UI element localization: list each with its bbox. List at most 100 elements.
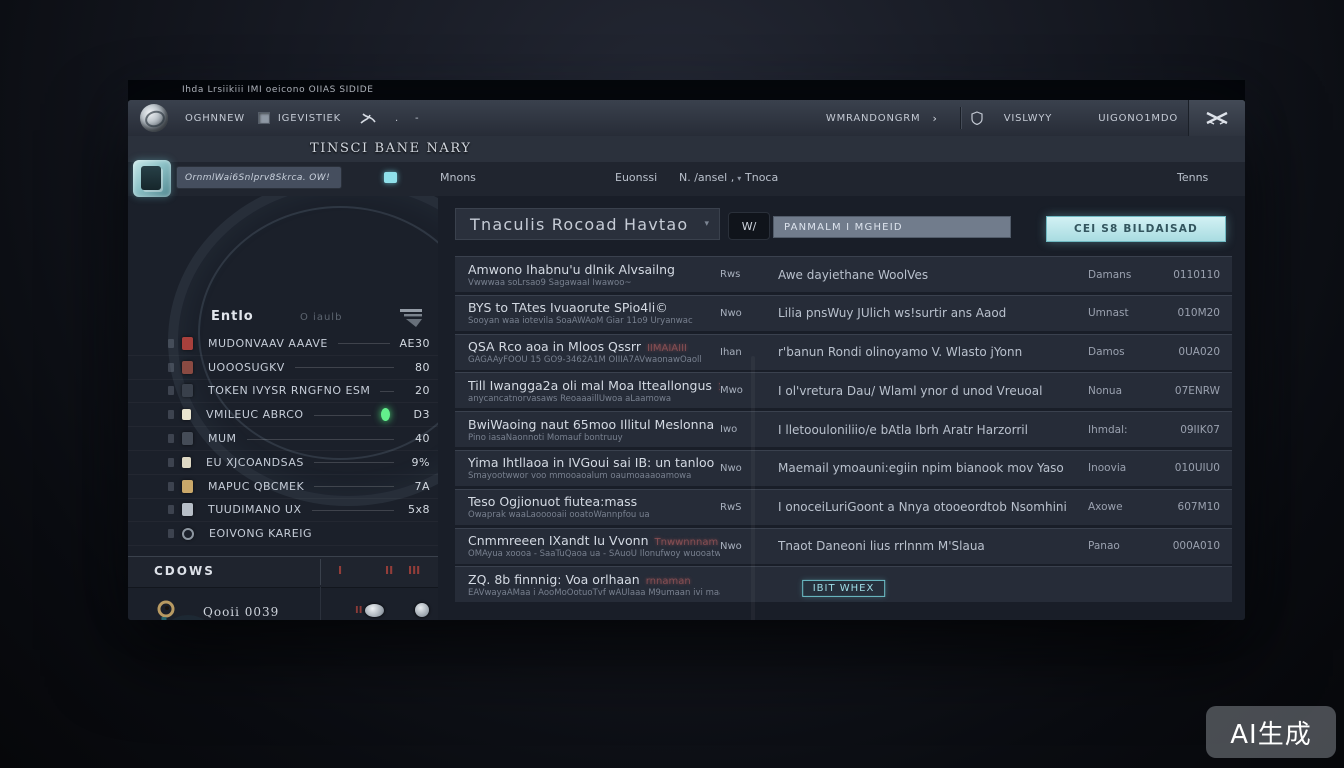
tally-mark: III [408, 564, 420, 577]
desktop: Ihda Lrsiikiii IMI oeicono OIIAS SIDIDE … [0, 0, 1344, 768]
menu-item-1[interactable]: OGHNNEW [185, 113, 245, 124]
row-owner: Damans [1088, 269, 1131, 281]
leader-line [322, 533, 394, 534]
row-tag: Nwo [720, 463, 778, 474]
crossed-swords-button[interactable] [1188, 100, 1245, 136]
table-row-5[interactable]: BwiWaoing naut 65moo Illitul Meslonna Pi… [455, 411, 1232, 447]
sidebar-item-5[interactable]: MUM 40 [128, 427, 438, 451]
row-subtitle: EAVwayaAMaa i AooMoOotuoTvf wAUlaaa M9um… [468, 588, 720, 598]
app-window: OGHNNEW IGEVISTIEK . - WMRANDONGRM › VIS… [128, 100, 1245, 620]
nav-item-3-label: N. /ansel , [679, 171, 734, 184]
primary-action-button[interactable]: CEI S8 BILDAISAD [1046, 216, 1226, 242]
bullet-icon [168, 458, 174, 467]
row-tag: RwS [720, 502, 778, 513]
sub-header: TINSCI BANE NARY [128, 136, 1245, 163]
main-content: Tnaculis Rocoad Havtao ▾ W/ CEI S8 BILDA… [438, 196, 1245, 620]
tool-icon[interactable] [359, 110, 377, 126]
sidebar-item-6[interactable]: EU XJCOANDSAS 9% [128, 451, 438, 475]
shield-icon [971, 111, 983, 125]
filter-toggle-button[interactable]: W/ [728, 212, 770, 240]
list-title-dropdown[interactable]: Tnaculis Rocoad Havtao ▾ [455, 208, 720, 240]
sidebar-item-value: 5x8 [404, 503, 430, 516]
checkbox-icon[interactable] [258, 112, 270, 124]
sidebar: Entlo O iaulb MUDONVAAV AAAVE AE30 [128, 196, 439, 620]
medal-circle-icon[interactable] [415, 603, 429, 617]
tally-mark: II [385, 564, 393, 577]
menu-dash[interactable]: - [415, 113, 419, 124]
bullet-icon [168, 410, 174, 419]
sidebar-item-4[interactable]: VMILEUC ABRCO D3 [128, 403, 438, 427]
page-title: TINSCI BANE NARY [310, 141, 472, 156]
sidebar-item-2[interactable]: UOOOSUGKV 80 [128, 356, 438, 380]
row-subtitle: GAGAAyFOOU 15 GO9-3462A1M OIIIA7AVwaonaw… [468, 355, 720, 365]
row-subtitle: Owaprak waaLaooooaii ooatoWannpfou ua [468, 510, 720, 520]
leader-line [338, 342, 390, 344]
table-row-9[interactable]: ZQ. 8b finnnig: Voa orlhaan rnnaman EAVwa… [455, 566, 1232, 602]
row-title: Till Iwangga2a oli mal Moa Itteallongus [468, 378, 712, 393]
chevron-down-icon: ▾ [704, 219, 709, 229]
row-owner: Damos [1088, 346, 1125, 358]
nav-item-3[interactable]: N. /ansel ,▾ [679, 171, 741, 184]
sidebar-item-3[interactable]: TOKEN IVYSR RNGFNO ESM 20 [128, 380, 438, 404]
table-row-3[interactable]: QSA Rco aoa in Mloos QssrrIIMAIAIII GAGA… [455, 334, 1232, 370]
table-row-7[interactable]: Teso Ogjionuot fiutea:mass Owaprak waaLa… [455, 489, 1232, 525]
game-logo-icon[interactable] [133, 160, 171, 197]
row-tag: Rws [720, 269, 778, 280]
load-more-button[interactable]: IBIT WHEX [802, 580, 886, 597]
table-row-4[interactable]: Till Iwangga2a oli mal Moa Itteallongus1… [455, 372, 1232, 408]
row-title: ZQ. 8b finnnig: Voa orlhaan [468, 572, 640, 587]
nav-item-2[interactable]: Euonssi [615, 171, 657, 184]
leader-line [314, 461, 394, 463]
teal-checkbox-icon[interactable] [384, 172, 397, 183]
search-input[interactable] [176, 166, 342, 189]
nav-item-right[interactable]: Tenns [1177, 171, 1208, 184]
table-row-8[interactable]: Cnmmreeen IXandt Iu VvonnTnwwnnnam OMAyu… [455, 528, 1232, 564]
bullet-icon [168, 482, 174, 491]
sidebar-list: MUDONVAAV AAAVE AE30 UOOOSUGKV 80 TOKEN … [128, 332, 438, 546]
row-title: BwiWaoing naut 65moo Illitul Meslonna [468, 417, 714, 432]
sort-stack-icon[interactable] [396, 306, 426, 332]
row-title-extra: rnnaman [646, 576, 691, 587]
sidebar-item-label: TUUDIMANO UX [208, 503, 302, 516]
row-subtitle: Vwwwaa soLrsao9 SagawaaI Iwawoo~ [468, 278, 720, 288]
nav-item-1[interactable]: Mnons [440, 171, 476, 184]
divider [960, 107, 961, 129]
row-tag: Mwo [720, 385, 778, 396]
leader-line [295, 366, 394, 368]
row-title: Amwono Ihabnu'u dlnik Alvsailng [468, 262, 675, 277]
medal-oval-icon[interactable] [365, 604, 384, 617]
table-row-2[interactable]: BYS to TAtes Ivuaorute SPio4li© Sooyan w… [455, 295, 1232, 331]
table-row-1[interactable]: Amwono Ihabnu'u dlnik Alvsailng Vwwwaa s… [455, 256, 1232, 292]
sidebar-item-label: EOIVONG KAREIG [209, 527, 312, 540]
row-owner: Panao [1088, 540, 1120, 552]
sidebar-item-label: MUDONVAAV AAAVE [208, 337, 328, 350]
scrollbar[interactable] [751, 356, 755, 620]
nav-item-4[interactable]: Tnoca [745, 171, 778, 184]
row-title-extra: Tnwwnnnam [655, 537, 719, 548]
account-label[interactable]: VISLWYY [1004, 113, 1053, 124]
row-title: Yima Ihtllaoa in IVGoui sai IB: un tanlo… [468, 455, 714, 470]
sidebar-item-7[interactable]: MAPUC QBCMEK 7A [128, 475, 438, 499]
row-number: 607M10 [1178, 501, 1220, 513]
sidebar-item-8[interactable]: TUUDIMANO UX 5x8 [128, 499, 438, 523]
sidebar-item-1[interactable]: MUDONVAAV AAAVE AE30 [128, 332, 438, 356]
character-panel[interactable]: Qooii 0039 II [128, 587, 438, 620]
sidebar-item-value: 20 [404, 384, 430, 397]
sidebar-item-9[interactable]: EOIVONG KAREIG [128, 522, 438, 546]
bullet-icon [168, 529, 174, 538]
menu-item-2[interactable]: IGEVISTIEK [278, 113, 341, 124]
table-row-6[interactable]: Yima Ihtllaoa in IVGoui sai IB: un tanlo… [455, 450, 1232, 486]
filter-input[interactable] [773, 216, 1011, 238]
token-icon [182, 384, 193, 397]
menu-dot[interactable]: . [395, 113, 399, 124]
titlebar-status[interactable]: WMRANDONGRM [826, 113, 921, 124]
titlebar-status-2[interactable]: UIGONO1MDO [1098, 113, 1178, 124]
row-title-extra: IIMAIAIII [647, 343, 687, 354]
list-title: Tnaculis Rocoad Havtao [470, 215, 688, 234]
online-indicator-icon [381, 408, 390, 421]
chevron-right-icon[interactable]: › [932, 112, 937, 125]
row-owner: Umnast [1088, 307, 1129, 319]
row-tag: Nwo [720, 541, 778, 552]
scroll-icon [182, 457, 191, 468]
badge-icon [182, 432, 193, 445]
